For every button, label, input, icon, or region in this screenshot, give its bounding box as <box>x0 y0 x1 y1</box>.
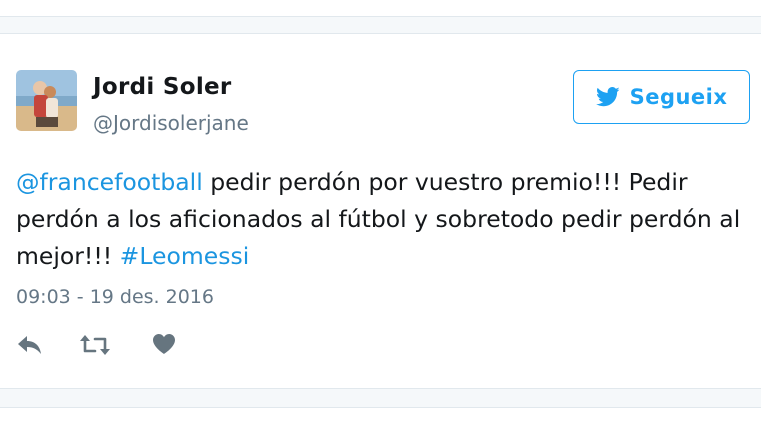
tweet-timestamp[interactable]: 09:03 - 19 des. 2016 <box>16 286 214 308</box>
retweet-icon[interactable] <box>79 332 111 358</box>
follow-button[interactable]: Segueix <box>573 70 750 124</box>
author-name[interactable]: Jordi Soler <box>93 74 232 100</box>
like-icon[interactable] <box>151 332 177 356</box>
hashtag-link[interactable]: #Leomessi <box>120 242 250 270</box>
reply-icon[interactable] <box>16 332 44 358</box>
mention-link[interactable]: @francefootball <box>16 168 203 196</box>
tweet-card: Jordi Soler @Jordisolerjane Segueix @fra… <box>0 33 761 389</box>
next-tweet-card <box>0 407 761 429</box>
tweet-text: @francefootball pedir perdón por vuestro… <box>16 164 746 275</box>
author-handle[interactable]: @Jordisolerjane <box>93 111 249 135</box>
previous-tweet-card <box>0 0 761 17</box>
avatar[interactable] <box>16 70 77 131</box>
follow-button-label: Segueix <box>629 85 728 109</box>
twitter-bird-icon <box>595 87 620 107</box>
